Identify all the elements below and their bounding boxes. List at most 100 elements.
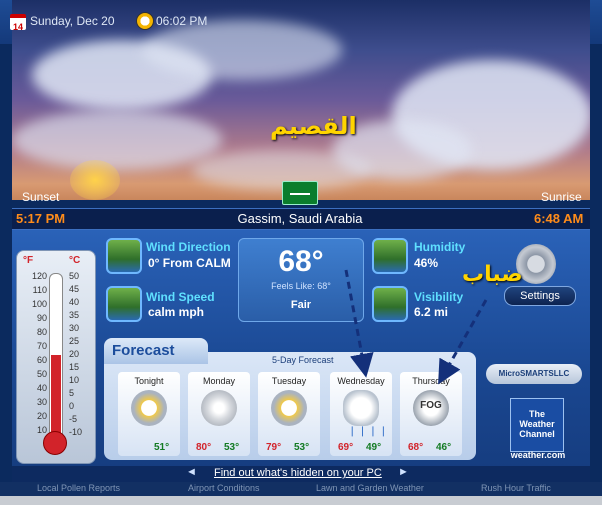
- day-name: Monday: [202, 376, 236, 386]
- celsius-tick: 35: [69, 310, 80, 320]
- fahrenheit-tick: 120: [31, 271, 47, 281]
- location-name[interactable]: Gassim, Saudi Arabia: [150, 211, 450, 226]
- visibility-value: 6.2 mi: [414, 305, 449, 319]
- forecast-subtitle: 5-Day Forecast: [272, 355, 334, 365]
- settings-button[interactable]: Settings: [504, 286, 576, 306]
- current-temperature-box: 68° Feels Like: 68° Fair: [238, 238, 364, 322]
- wind-direction-icon[interactable]: [106, 238, 142, 274]
- rain-icon: [343, 390, 379, 426]
- time-label: 06:02 PM: [156, 14, 208, 28]
- celsius-tick: -5: [69, 414, 78, 424]
- day-name: Tuesday: [271, 376, 307, 386]
- day-name: Tonight: [134, 376, 164, 386]
- low-temp: 49°: [366, 442, 382, 453]
- saudi-flag-icon[interactable]: [282, 181, 318, 205]
- tab-rush-hour[interactable]: Rush Hour Traffic: [481, 483, 551, 493]
- high-temp: 69°: [338, 442, 354, 453]
- clock-icon: [136, 12, 154, 30]
- celsius-tick: 15: [69, 362, 80, 372]
- fahrenheit-tick: 50: [36, 369, 47, 379]
- left-arrow-icon[interactable]: ◄: [186, 466, 197, 478]
- weather-url[interactable]: weather.com: [500, 450, 576, 460]
- sunny-icon: [201, 390, 237, 426]
- fog-icon: FOG: [413, 390, 449, 426]
- hidden-pc-link[interactable]: Find out what's hidden on your PC: [214, 467, 382, 479]
- low-temp: 51°: [154, 442, 170, 453]
- low-temp: 46°: [436, 442, 452, 453]
- forecast-day-tonight[interactable]: Tonight 51°: [118, 372, 180, 456]
- right-arrow-icon[interactable]: ►: [398, 466, 409, 478]
- celsius-tick: 20: [69, 349, 80, 359]
- wind-speed-title: Wind Speed: [146, 290, 215, 304]
- celsius-tick: 25: [69, 336, 80, 346]
- fahrenheit-tick: 10: [36, 425, 47, 435]
- high-temp: 68°: [408, 442, 424, 453]
- low-temp: 53°: [294, 442, 310, 453]
- celsius-tick: 40: [69, 297, 80, 307]
- partly-cloudy-icon: [271, 390, 307, 426]
- wind-direction-value: 0° From CALM: [148, 256, 231, 270]
- celsius-tick: 10: [69, 375, 80, 385]
- sunrise-label: Sunrise: [541, 190, 582, 204]
- thermometer-bulb: [43, 431, 67, 455]
- high-temp: 79°: [266, 442, 282, 453]
- humidity-icon[interactable]: [372, 238, 408, 274]
- fahrenheit-tick: 30: [36, 397, 47, 407]
- day-name: Wednesday: [337, 376, 385, 386]
- wind-speed-icon[interactable]: [106, 286, 142, 322]
- wind-speed-value: calm mph: [148, 305, 205, 319]
- forecast-tab[interactable]: Forecast: [104, 338, 208, 364]
- raindrops-icon: ❘❘❘❘: [348, 426, 390, 437]
- calendar-icon: 14: [10, 14, 26, 32]
- current-temperature: 68°: [278, 245, 324, 278]
- tab-airport-conditions[interactable]: Airport Conditions: [188, 483, 260, 493]
- wind-direction-title: Wind Direction: [146, 240, 231, 254]
- partly-cloudy-icon: [131, 390, 167, 426]
- forecast-day-tuesday[interactable]: Tuesday 79° 53°: [258, 372, 320, 456]
- fahrenheit-tick: 110: [32, 285, 47, 295]
- weather-channel-logo[interactable]: The Weather Channel: [510, 398, 564, 452]
- visibility-icon[interactable]: [372, 286, 408, 322]
- forecast-day-thursday[interactable]: Thursday FOG 68° 46°: [400, 372, 462, 456]
- forecast-tab-label: Forecast: [112, 342, 175, 359]
- visibility-title: Visibility: [414, 290, 464, 304]
- fahrenheit-tick: 60: [36, 355, 47, 365]
- sunrise-time: 6:48 AM: [534, 211, 584, 226]
- celsius-label: °C: [69, 255, 81, 266]
- fahrenheit-tick: 80: [36, 327, 47, 337]
- fog-icon-text: FOG: [420, 400, 442, 411]
- city-arabic-annotation: القصيم: [270, 112, 357, 140]
- date-label: Sunday, Dec 20: [30, 14, 115, 28]
- celsius-tick: 5: [69, 388, 75, 398]
- fahrenheit-tick: 40: [36, 383, 47, 393]
- day-name: Thursday: [412, 376, 450, 386]
- fahrenheit-tick: 70: [36, 341, 47, 351]
- celsius-tick: 45: [69, 284, 80, 294]
- status-bar: [0, 496, 602, 505]
- tab-local-pollen[interactable]: Local Pollen Reports: [37, 483, 120, 493]
- condition-text: Fair: [290, 299, 312, 311]
- celsius-tick: -10: [69, 427, 83, 437]
- celsius-tick: 30: [69, 323, 80, 333]
- fahrenheit-tick: 100: [31, 299, 47, 309]
- twc-line-2: Weather: [519, 419, 555, 429]
- tab-lawn-garden[interactable]: Lawn and Garden Weather: [316, 483, 424, 493]
- fahrenheit-label: °F: [23, 255, 34, 266]
- fahrenheit-tick: 20: [36, 411, 47, 421]
- thermometer: °F °C 120 110 100 90 80 70 60 50 40 30 20 10 50 45 40…: [16, 250, 96, 464]
- celsius-tick: 50: [69, 271, 80, 281]
- humidity-title: Humidity: [414, 240, 466, 254]
- humidity-value: 46%: [414, 256, 439, 270]
- twc-line-3: Channel: [519, 429, 555, 439]
- fog-arabic-annotation: ضباب: [462, 262, 523, 287]
- forecast-day-monday[interactable]: Monday 80° 53°: [188, 372, 250, 456]
- twc-line-1: The: [528, 409, 545, 419]
- forecast-day-wednesday[interactable]: Wednesday ❘❘❘❘ 69° 49°: [330, 372, 392, 456]
- microsmarts-logo[interactable]: MicroSMARTSLLC: [486, 364, 582, 384]
- thermometer-tube: [49, 273, 63, 445]
- sunset-time: 5:17 PM: [16, 211, 66, 226]
- high-temp: 80°: [196, 442, 212, 453]
- celsius-tick: 0: [69, 401, 75, 411]
- low-temp: 53°: [224, 442, 240, 453]
- fahrenheit-tick: 90: [36, 313, 47, 323]
